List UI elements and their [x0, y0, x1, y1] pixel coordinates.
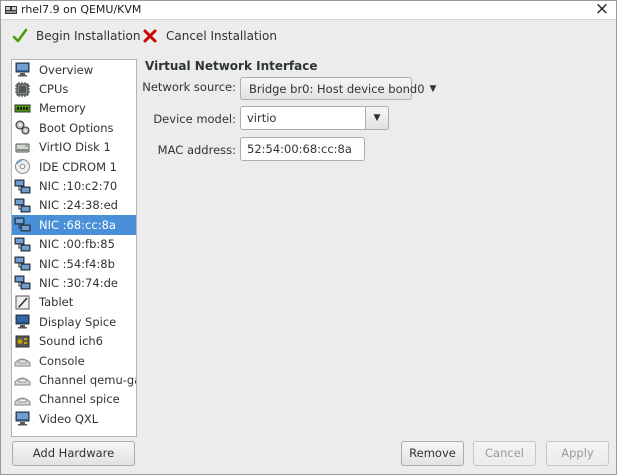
nic-icon: [14, 256, 31, 271]
sidebar-item-label: NIC :00:fb:85: [39, 237, 115, 252]
cancel-installation-label: Cancel Installation: [166, 29, 277, 43]
gears-icon: [15, 120, 30, 135]
sidebar-item[interactable]: Display Spice: [12, 312, 136, 331]
sidebar-item[interactable]: NIC :30:74:de: [12, 273, 136, 292]
hardware-list[interactable]: Overview CPUs Memory Boot Options VirtIO Dis…: [11, 59, 137, 437]
device-model-label: Device model:: [153, 112, 236, 126]
sidebar-item-label: Overview: [39, 62, 94, 77]
sidebar-item-label: Video QXL: [39, 411, 99, 426]
sidebar-item[interactable]: NIC :68:cc:8a: [12, 215, 136, 235]
display-icon: [15, 314, 30, 329]
sidebar-item-label: NIC :24:38:ed: [39, 198, 118, 213]
sidebar-item[interactable]: Memory: [12, 99, 136, 118]
chevron-down-icon: ▼: [373, 113, 381, 123]
sidebar-item-label: Memory: [39, 101, 86, 116]
sidebar-item[interactable]: NIC :00:fb:85: [12, 235, 136, 254]
sidebar-item[interactable]: Video QXL: [12, 409, 136, 428]
begin-installation-button[interactable]: Begin Installation: [12, 26, 140, 46]
channel-icon: [14, 377, 31, 386]
sidebar-item-label: NIC :54:f4:8b: [39, 256, 115, 271]
cpu-icon: [15, 81, 30, 97]
sidebar-item[interactable]: NIC :24:38:ed: [12, 196, 136, 215]
sidebar-item[interactable]: VirtIO Disk 1: [12, 138, 136, 157]
sidebar-item-label: Channel spice: [39, 392, 120, 407]
sidebar-item[interactable]: NIC :54:f4:8b: [12, 254, 136, 273]
device-model-combo: virtio ▼: [240, 106, 389, 130]
network-source-value: Bridge br0: Host device bond0: [249, 81, 425, 96]
close-window-button[interactable]: ×: [594, 1, 610, 18]
monitor-icon: [15, 62, 30, 77]
sidebar-item-label: Console: [39, 353, 85, 368]
sidebar-item-label: NIC :30:74:de: [39, 275, 118, 290]
cancel-button[interactable]: Cancel: [473, 441, 536, 466]
sidebar-item[interactable]: Channel qemu-ga: [12, 370, 136, 389]
console-icon: [14, 358, 31, 367]
mac-address-label: MAC address:: [157, 143, 236, 157]
add-hardware-button[interactable]: Add Hardware: [12, 441, 135, 466]
memory-icon: [14, 104, 31, 113]
remove-button[interactable]: Remove: [401, 441, 464, 466]
sidebar-item[interactable]: CPUs: [12, 79, 136, 98]
window-title: rhel7.9 on QEMU/KVM: [21, 3, 142, 16]
sidebar-item[interactable]: NIC :10:c2:70: [12, 176, 136, 195]
section-title: Virtual Network Interface: [145, 59, 318, 73]
cdrom-icon: [15, 159, 30, 175]
mac-address-input[interactable]: 52:54:00:68:cc:8a: [240, 137, 365, 161]
sidebar-item-label: IDE CDROM 1: [39, 159, 117, 174]
virt-manager-app-icon: [5, 6, 17, 14]
sidebar-item-label: NIC :10:c2:70: [39, 179, 118, 194]
nic-icon: [14, 217, 31, 232]
network-source-dropdown[interactable]: Bridge br0: Host device bond0 ▼: [240, 77, 436, 100]
toolbar: Begin Installation Cancel Installation: [1, 20, 616, 50]
device-model-dropdown-button[interactable]: ▼: [365, 106, 389, 130]
video-icon: [15, 411, 30, 426]
sidebar-item-label: Tablet: [39, 295, 74, 310]
red-x-icon: [143, 29, 157, 43]
sidebar-item[interactable]: Channel spice: [12, 390, 136, 409]
installer-window: rhel7.9 on QEMU/KVM × Begin Installation…: [0, 0, 617, 475]
sidebar-item-label: Boot Options: [39, 120, 114, 135]
nic-icon: [14, 198, 31, 213]
sidebar-item[interactable]: IDE CDROM 1: [12, 157, 136, 176]
network-source-label: Network source:: [142, 80, 236, 94]
sidebar-item[interactable]: Sound ich6: [12, 331, 136, 350]
checkmark-icon: [12, 28, 28, 43]
sidebar-item-label: CPUs: [39, 82, 69, 97]
begin-installation-label: Begin Installation: [36, 29, 141, 43]
nic-icon: [14, 179, 31, 194]
disk-icon: [15, 143, 30, 153]
sound-icon: [15, 335, 30, 348]
sidebar-item-label: Channel qemu-ga: [39, 372, 137, 387]
apply-button[interactable]: Apply: [546, 441, 609, 466]
sidebar-item[interactable]: Overview: [12, 60, 136, 79]
title-bar: rhel7.9 on QEMU/KVM ×: [1, 1, 616, 20]
sidebar-item-label: Display Spice: [39, 314, 117, 329]
sidebar-item-label: Sound ich6: [39, 334, 103, 349]
tablet-icon: [15, 295, 30, 310]
sidebar-item[interactable]: Tablet: [12, 293, 136, 312]
sidebar-item-label: NIC :68:cc:8a: [39, 217, 116, 232]
device-model-input[interactable]: virtio: [240, 106, 366, 130]
sidebar-item-label: VirtIO Disk 1: [39, 140, 111, 155]
chevron-down-icon: ▼: [429, 83, 437, 94]
sidebar-item[interactable]: Console: [12, 351, 136, 370]
nic-icon: [14, 275, 31, 290]
cancel-installation-button[interactable]: Cancel Installation: [142, 26, 277, 46]
sidebar-item[interactable]: Boot Options: [12, 118, 136, 137]
nic-icon: [14, 237, 31, 252]
channel-icon: [14, 397, 31, 406]
